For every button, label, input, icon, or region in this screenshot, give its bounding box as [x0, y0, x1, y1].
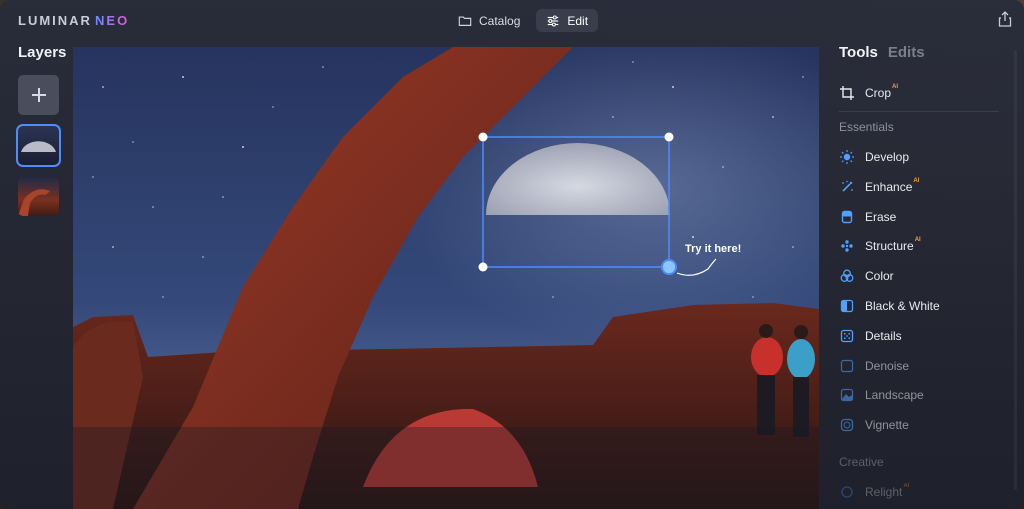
ai-badge: AI [903, 483, 910, 489]
tool-black-white[interactable]: Black & White [839, 298, 940, 314]
share-icon[interactable] [998, 11, 1012, 27]
tool-label: Landscape [865, 388, 924, 402]
tool-label: Denoise [865, 359, 910, 373]
eraser-icon [839, 209, 855, 225]
tools-scrollbar[interactable] [1014, 50, 1017, 490]
section-creative: Creative [839, 455, 884, 469]
ai-badge: AI [892, 84, 899, 90]
crop-label: Crop [865, 86, 892, 100]
tool-erase[interactable]: Erase [839, 209, 896, 225]
photo-canvas[interactable] [73, 47, 819, 509]
right-panel-tabs: Tools Edits [839, 44, 925, 61]
top-bar: LUMINAR NEO Catalog Edit [0, 0, 1024, 40]
ai-badge: AI [913, 178, 920, 184]
sparkle-wand-icon [839, 179, 855, 195]
selection-handle-top-left[interactable] [478, 132, 488, 142]
app-window: LUMINAR NEO Catalog Edit Layers Try it h… [0, 0, 1024, 509]
selection-handle-bottom-right[interactable] [661, 259, 677, 275]
tool-details[interactable]: Details [839, 328, 902, 344]
structure-dots-icon [839, 238, 855, 254]
tool-label: Details [865, 329, 902, 343]
sun-icon [839, 149, 855, 165]
try-it-hint: Try it here! [685, 243, 742, 255]
tool-vignette[interactable]: Vignette [839, 417, 909, 433]
tool-label: Vignette [865, 418, 909, 432]
layer-thumbnail-moon[interactable] [16, 124, 61, 167]
tool-label: Develop [865, 150, 910, 164]
half-square-icon [839, 298, 855, 314]
sliders-icon [548, 14, 559, 27]
tool-enhance[interactable]: EnhanceAI [839, 178, 920, 195]
tool-label: Structure [865, 239, 914, 253]
moon-selection-box[interactable] [73, 47, 819, 509]
tool-structure[interactable]: StructureAI [839, 237, 921, 254]
crop-icon [839, 85, 855, 101]
tool-label: Erase [865, 210, 897, 224]
tool-color[interactable]: Color [839, 268, 894, 284]
tool-landscape[interactable]: Landscape [839, 387, 924, 403]
tool-denoise[interactable]: Denoise [839, 358, 909, 374]
tool-relight[interactable]: RelightAI [839, 483, 910, 500]
tool-label: Color [865, 269, 894, 283]
tab-tools[interactable]: Tools [839, 44, 878, 61]
layer-thumbnail-landscape[interactable] [18, 177, 59, 216]
selection-handle-bottom-left[interactable] [478, 262, 488, 272]
vignette-icon [839, 417, 855, 433]
catalog-button[interactable]: Catalog [448, 9, 530, 32]
layers-title: Layers [18, 44, 67, 61]
catalog-label: Catalog [479, 13, 521, 28]
edit-label: Edit [567, 13, 589, 28]
add-layer-button[interactable] [18, 75, 59, 115]
landscape-thumbnail-image [18, 189, 50, 216]
denoise-square-icon [839, 358, 855, 374]
tool-label: Relight [865, 485, 903, 499]
landscape-icon [839, 387, 855, 403]
tab-edits[interactable]: Edits [888, 44, 925, 61]
relight-icon [839, 484, 855, 500]
moon-thumbnail-image [21, 141, 56, 152]
app-logo: LUMINAR NEO [18, 13, 130, 28]
plus-icon [31, 88, 46, 102]
color-circles-icon [839, 268, 855, 284]
folder-icon [458, 15, 472, 26]
selection-handle-top-right[interactable] [664, 132, 674, 142]
section-essentials: Essentials [839, 120, 894, 134]
tool-develop[interactable]: Develop [839, 149, 909, 165]
ai-badge: AI [914, 237, 921, 243]
tool-crop[interactable]: CropAI [839, 84, 899, 101]
tool-label: Black & White [865, 299, 940, 313]
top-navigation: Catalog Edit [448, 9, 599, 32]
divider [839, 111, 999, 112]
tool-label: Enhance [865, 180, 913, 194]
edit-button[interactable]: Edit [536, 9, 599, 32]
grid-icon [839, 328, 855, 344]
